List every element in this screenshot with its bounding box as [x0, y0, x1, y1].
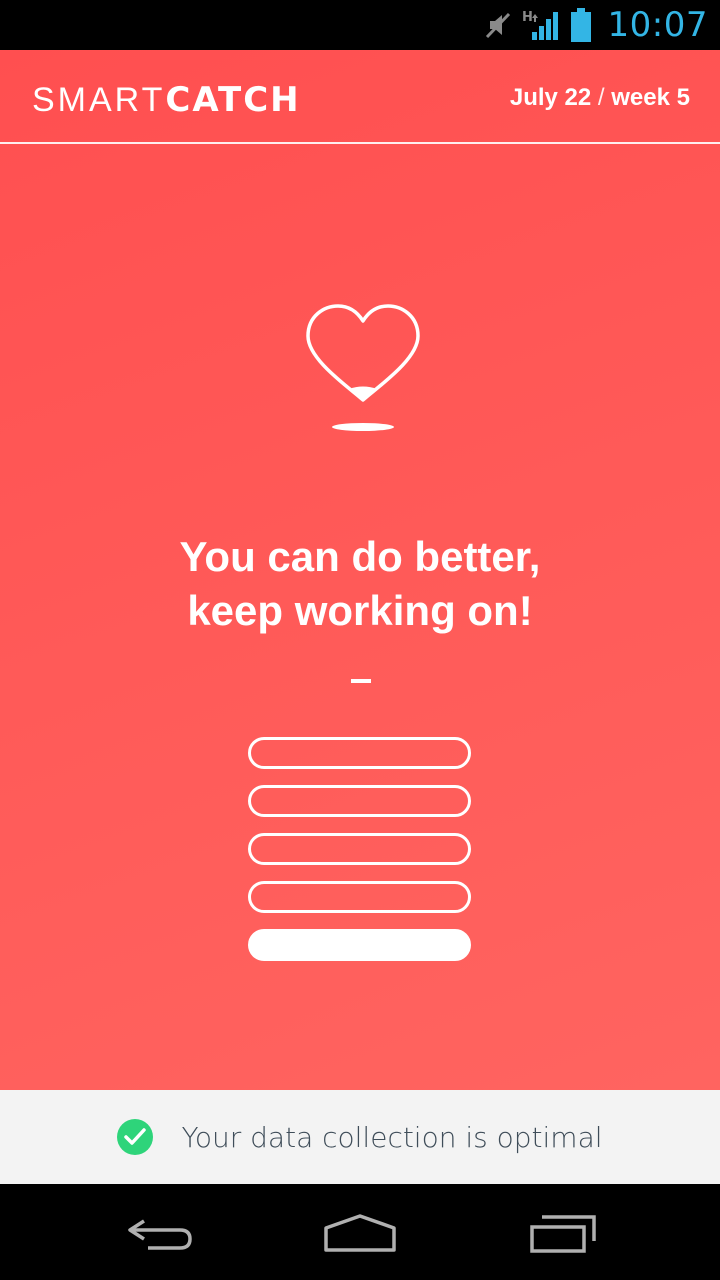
back-button[interactable] [115, 1206, 205, 1260]
network-type-label: H [522, 10, 533, 25]
screen: H 10:07 SMARTCATCH July 22 / week 5 You … [0, 0, 720, 1280]
system-nav-bar [0, 1184, 720, 1280]
week-label: week 5 [611, 84, 690, 111]
logo-light-text: SMART [32, 81, 166, 119]
date-separator: / [597, 84, 605, 111]
back-icon [128, 1219, 192, 1250]
app-main: SMARTCATCH July 22 / week 5 You can do b… [0, 50, 720, 1090]
status-time: 10:07 [607, 5, 708, 45]
level-bar-1 [248, 737, 471, 769]
headline-line-1: You can do better, [179, 533, 541, 580]
level-meter [248, 737, 471, 977]
recent-apps-button[interactable] [517, 1206, 607, 1260]
check-circle-icon [117, 1119, 154, 1155]
data-status-text: Your data collection is optimal [181, 1120, 603, 1154]
home-icon [324, 1214, 396, 1252]
signal-icon: H [522, 8, 560, 42]
home-button[interactable] [315, 1206, 405, 1260]
level-bar-4 [248, 881, 471, 913]
logo-bold-text: CATCH [165, 80, 301, 120]
motivation-headline: You can do better, keep working on! [0, 530, 720, 638]
headline-line-2: keep working on! [187, 587, 533, 634]
data-status-bar: Your data collection is optimal [0, 1090, 720, 1184]
level-bar-3 [248, 833, 471, 865]
recent-apps-icon [530, 1215, 596, 1253]
battery-icon [570, 8, 592, 42]
level-bar-5 [248, 929, 471, 961]
app-logo: SMARTCATCH [32, 80, 301, 120]
app-header: SMARTCATCH July 22 / week 5 [0, 50, 720, 144]
date-label: July 22 [509, 84, 592, 111]
header-date: July 22 / week 5 [510, 84, 690, 112]
mute-icon [484, 10, 512, 40]
level-bar-2 [248, 785, 471, 817]
status-bar: H 10:07 [0, 0, 720, 50]
divider-dash [351, 679, 371, 683]
heart-icon [300, 300, 426, 436]
